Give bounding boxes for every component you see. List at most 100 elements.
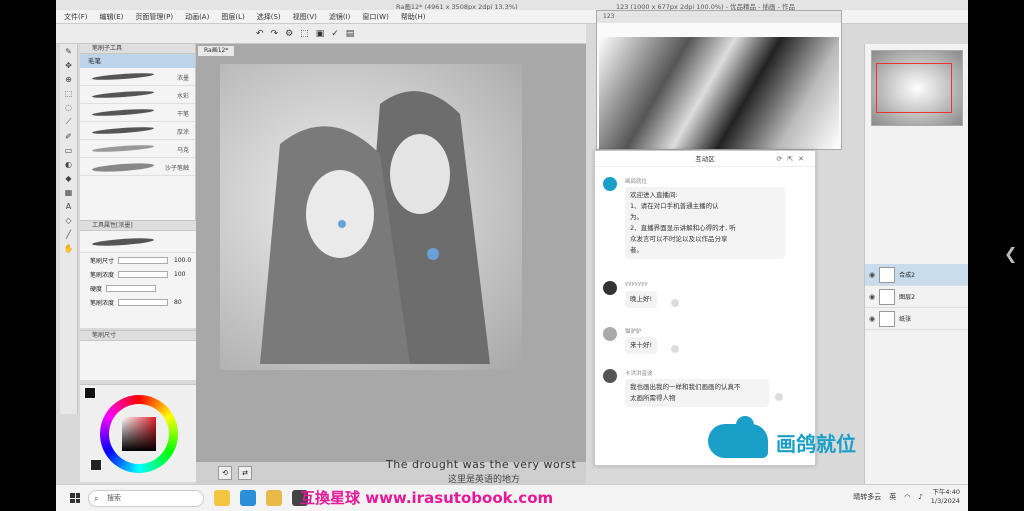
transform-icon[interactable]: ⬚ xyxy=(300,29,309,39)
saturation-square[interactable] xyxy=(122,417,156,451)
close-icon[interactable]: ✕ xyxy=(798,155,809,163)
clock[interactable]: 下午4:40 1/3/2024 xyxy=(931,488,960,506)
system-tray: 晴转多云 英 ◠ ♪ 下午4:40 1/3/2024 xyxy=(853,488,960,506)
like-icon[interactable] xyxy=(671,299,679,307)
menu-window[interactable]: 窗口(W) xyxy=(362,12,388,22)
refresh-icon[interactable]: ⟳ xyxy=(776,155,787,163)
menu-filter[interactable]: 滤镜(I) xyxy=(329,12,351,22)
avatar xyxy=(603,369,617,383)
watermark-banner: 互換星球 www.irasutobook.com xyxy=(300,489,554,507)
layer-list: ◉ 合成2 ◉ 图层2 ◉ 纸张 xyxy=(865,264,968,330)
eye-icon[interactable]: ◉ xyxy=(869,271,875,279)
color-wheel[interactable] xyxy=(100,395,178,473)
property-row: 笔刷尺寸 100.0 xyxy=(90,256,192,265)
size-slider[interactable] xyxy=(118,256,169,264)
navigator-preview[interactable] xyxy=(871,50,963,126)
share-icon[interactable]: ⇱ xyxy=(787,155,798,163)
check-icon[interactable]: ✓ xyxy=(331,29,339,39)
line-icon[interactable]: ╱ xyxy=(66,230,71,239)
chat-message: yyyyyyy 晚上好! xyxy=(603,281,803,313)
canvas-area[interactable]: Ra画12* ⟲ ⇄ xyxy=(196,44,586,484)
video-subtitle: The drought was the very worst xyxy=(386,458,577,471)
canvas-tab[interactable]: Ra画12* xyxy=(198,46,235,56)
zoom-icon[interactable]: ⊕ xyxy=(65,75,72,84)
tool-property-panel: 工具属性[浓墨] 笔刷尺寸 100.0 笔刷浓度 100 硬度 笔刷浓度 80 xyxy=(80,220,196,328)
layer-row[interactable]: ◉ 合成2 xyxy=(865,264,968,286)
reference-window: 123 xyxy=(596,10,842,150)
brush-item[interactable]: 厚涂 xyxy=(80,122,195,140)
reference-tab[interactable]: 123 xyxy=(597,11,841,23)
settings-icon[interactable]: ⚙ xyxy=(285,29,293,39)
windows-icon[interactable] xyxy=(70,493,80,503)
menu-select[interactable]: 选择(S) xyxy=(257,12,281,22)
blend-icon[interactable]: ◐ xyxy=(65,160,72,169)
eye-icon[interactable]: ◉ xyxy=(869,315,875,323)
language-indicator[interactable]: 英 xyxy=(889,492,896,502)
message-bubble: 晚上好! xyxy=(625,291,658,308)
artwork[interactable] xyxy=(220,64,522,370)
host-message: 画鸽就位 欢迎进入直播间: 1、请在对口手机普通主播的认 为。 2、直播界面显示… xyxy=(603,177,803,273)
menu-edit[interactable]: 编辑(E) xyxy=(100,12,124,22)
layer-row[interactable]: ◉ 图层2 xyxy=(865,286,968,308)
message-bubble: 来十好! xyxy=(625,337,658,354)
move-icon[interactable]: ✥ xyxy=(65,61,72,70)
left-letterbox xyxy=(0,0,56,511)
ruler-icon[interactable]: ▤ xyxy=(346,29,355,39)
pen-icon[interactable]: ✎ xyxy=(65,47,72,56)
volume-icon[interactable]: ♪ xyxy=(918,493,922,501)
title-bar: Ra画12* (4961 x 3508px 2dpi 13.3%) 123 (1… xyxy=(56,0,968,11)
next-arrow-icon[interactable]: ❮ xyxy=(1004,244,1017,263)
gradient-icon[interactable]: ▦ xyxy=(65,188,73,197)
text-icon[interactable]: A xyxy=(66,202,71,211)
logo-text: 画鸽就位 xyxy=(776,432,856,456)
app-icon[interactable] xyxy=(214,490,230,506)
brush-selected[interactable]: 毛笔 xyxy=(80,54,195,68)
eyedropper-icon[interactable]: ⟋ xyxy=(66,117,72,127)
avatar xyxy=(603,327,617,341)
menu-animation[interactable]: 动画(A) xyxy=(185,12,209,22)
search-icon: ⌕ xyxy=(94,494,99,503)
rotate-button[interactable]: ⟲ xyxy=(218,466,232,480)
property-row: 硬度 xyxy=(80,281,196,295)
layer-row[interactable]: ◉ 纸张 xyxy=(865,308,968,330)
redo-icon[interactable]: ↷ xyxy=(271,29,279,39)
chat-panel: 互动区 ⟳⇱✕ 画鸽就位 欢迎进入直播间: 1、请在对口手机普通主播的认 为。 … xyxy=(594,150,816,466)
like-icon[interactable] xyxy=(775,393,783,401)
select-icon[interactable]: ⬚ xyxy=(65,89,73,98)
brush-icon[interactable]: ✐ xyxy=(65,132,72,141)
edge-icon[interactable] xyxy=(240,490,256,506)
brush-item[interactable]: 马克 xyxy=(80,140,195,158)
menu-layer[interactable]: 图层(L) xyxy=(221,12,244,22)
hardness-slider[interactable] xyxy=(106,284,157,292)
undo-icon[interactable]: ↶ xyxy=(256,29,264,39)
flip-button[interactable]: ⇄ xyxy=(238,466,252,480)
menu-file[interactable]: 文件(F) xyxy=(64,12,88,22)
brush-item[interactable]: 沙子笔触 xyxy=(80,158,195,176)
property-row: 笔刷浓度 80 xyxy=(90,298,182,307)
search-input[interactable]: ⌕ 搜索 xyxy=(88,490,204,507)
main-color-swatch[interactable] xyxy=(84,387,96,399)
brush-item[interactable]: 干笔 xyxy=(80,104,195,122)
wifi-icon[interactable]: ◠ xyxy=(904,493,910,501)
density-slider[interactable] xyxy=(118,270,169,278)
opacity-slider[interactable] xyxy=(118,298,169,306)
menu-help[interactable]: 帮助(H) xyxy=(401,12,426,22)
sub-color-swatch[interactable] xyxy=(90,459,102,471)
color-wheel-panel xyxy=(80,384,196,482)
eye-icon[interactable]: ◉ xyxy=(869,293,875,301)
menu-view[interactable]: 视图(V) xyxy=(293,12,317,22)
weather-text: 晴转多云 xyxy=(853,493,882,501)
eraser-icon[interactable]: ▭ xyxy=(65,146,73,155)
brush-item[interactable]: 水彩 xyxy=(80,86,195,104)
folder-icon[interactable] xyxy=(266,490,282,506)
fill-bucket-icon[interactable]: ◆ xyxy=(65,174,71,183)
hand-icon[interactable]: ✋ xyxy=(64,244,74,253)
tool-property-title: 工具属性[浓墨] xyxy=(80,221,196,231)
fill-icon[interactable]: ▣ xyxy=(316,29,325,39)
menu-page[interactable]: 页面管理(P) xyxy=(135,12,173,22)
like-icon[interactable] xyxy=(671,345,679,353)
brush-item[interactable]: 浓墨 xyxy=(80,68,195,86)
shape-icon[interactable]: ◇ xyxy=(65,216,71,225)
lasso-icon[interactable]: ◌ xyxy=(65,103,72,112)
chat-message: 猫驴驴 来十好! xyxy=(603,327,803,359)
